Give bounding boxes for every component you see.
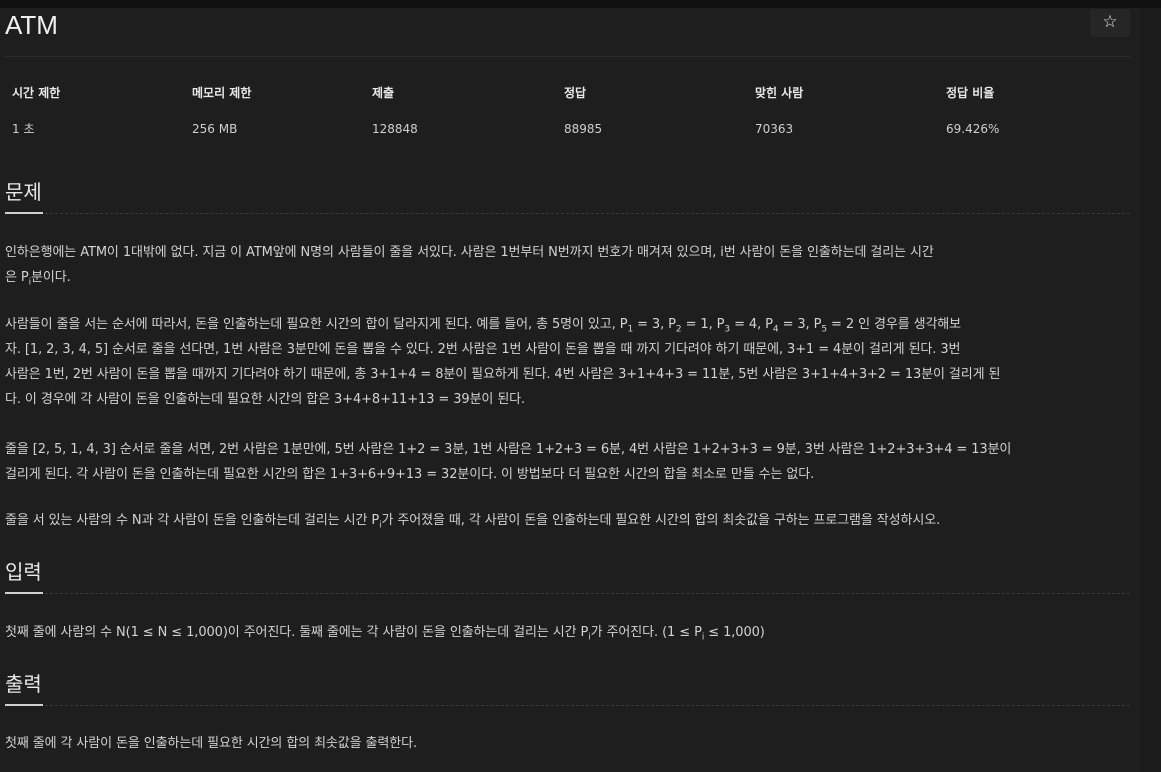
section-rule-problem <box>45 213 1130 214</box>
stat-header-solvers: 맞힌 사람 <box>755 86 804 100</box>
description-p4-line1: 줄을 서 있는 사람의 수 N과 각 사람이 돈을 인출하는데 걸리는 시간 P… <box>5 513 941 531</box>
input-line: 첫째 줄에 사람의 수 N(1 ≤ N ≤ 1,000)이 주어진다. 둘째 줄… <box>5 625 765 643</box>
stat-header-ratio: 정답 비율 <box>946 86 995 100</box>
section-underline-problem <box>5 212 43 214</box>
section-heading-input: 입력 <box>5 560 42 584</box>
description-p1-line1: 인하은행에는 ATM이 1대밖에 없다. 지금 이 ATM앞에 N명의 사람들이… <box>5 245 934 260</box>
stat-header-time-limit: 시간 제한 <box>12 86 61 100</box>
description-p2-line4: 다. 이 경우에 각 사람이 돈을 인출하는데 필요한 시간의 합은 3+4+8… <box>5 392 526 407</box>
output-paragraph: 첫째 줄에 각 사람이 돈을 인출하는데 필요한 시간의 합의 최솟값을 출력한… <box>5 731 1135 756</box>
title-divider <box>5 56 1130 57</box>
section-heading-output: 출력 <box>5 672 42 696</box>
problem-title: ATM <box>5 10 58 40</box>
stat-solvers: 70363 <box>755 122 794 136</box>
stat-accepted: 88985 <box>564 122 603 136</box>
description-p3-line1: 줄을 [2, 5, 1, 4, 3] 순서로 줄을 서면, 2번 사람은 1분만… <box>5 442 1012 457</box>
description-p2-line3: 사람은 1번, 2번 사람이 돈을 뽑을 때까지 기다려야 하기 때문에, 총 … <box>5 367 1001 382</box>
description-p1-line2: 은 Pi분이다. <box>5 270 71 288</box>
description-p3-line2: 걸리게 된다. 각 사람이 돈을 인출하는데 필요한 시간의 합은 1+3+6+… <box>5 467 815 482</box>
description-p2-line2: 자. [1, 2, 3, 4, 5] 순서로 줄을 선다면, 1번 사람은 3분… <box>5 342 961 357</box>
stat-submissions: 128848 <box>372 122 418 136</box>
section-rule-output <box>45 705 1130 706</box>
section-rule-input <box>45 593 1130 594</box>
description-paragraph-4: 줄을 서 있는 사람의 수 N과 각 사람이 돈을 인출하는데 걸리는 시간 P… <box>5 508 1135 533</box>
output-line: 첫째 줄에 각 사람이 돈을 인출하는데 필요한 시간의 합의 최솟값을 출력한… <box>5 736 418 751</box>
section-underline-output <box>5 704 43 706</box>
stat-header-submissions: 제출 <box>372 86 395 100</box>
section-heading-problem: 문제 <box>5 180 42 204</box>
stat-memory-limit: 256 MB <box>192 122 238 136</box>
description-p2-line1: 사람들이 줄을 서는 순서에 따라서, 돈을 인출하는데 필요한 시간의 합이 … <box>5 317 962 335</box>
description-paragraph-3: 줄을 [2, 5, 1, 4, 3] 순서로 줄을 서면, 2번 사람은 1분만… <box>5 437 1135 487</box>
stats-header-row: 시간 제한 메모리 제한 제출 정답 맞힌 사람 정답 비율 <box>0 84 1135 106</box>
top-bar <box>0 0 1161 8</box>
star-icon: ☆ <box>1102 12 1118 32</box>
stat-ratio: 69.426% <box>946 122 1000 136</box>
section-underline-input <box>5 592 43 594</box>
stat-header-memory-limit: 메모리 제한 <box>192 86 252 100</box>
stats-value-row: 1 초 256 MB 128848 88985 70363 69.426% <box>0 120 1135 142</box>
description-paragraph-2: 사람들이 줄을 서는 순서에 따라서, 돈을 인출하는데 필요한 시간의 합이 … <box>5 312 1135 412</box>
stat-time-limit: 1 초 <box>12 122 35 136</box>
description-paragraph-1: 인하은행에는 ATM이 1대밖에 없다. 지금 이 ATM앞에 N명의 사람들이… <box>5 240 1135 290</box>
problem-page: ATM ☆ 시간 제한 메모리 제한 제출 정답 맞힌 사람 정답 비율 1 초… <box>0 8 1140 772</box>
stat-header-accepted: 정답 <box>564 86 587 100</box>
favorite-star-button[interactable]: ☆ <box>1090 9 1130 37</box>
input-paragraph: 첫째 줄에 사람의 수 N(1 ≤ N ≤ 1,000)이 주어진다. 둘째 줄… <box>5 620 1135 645</box>
